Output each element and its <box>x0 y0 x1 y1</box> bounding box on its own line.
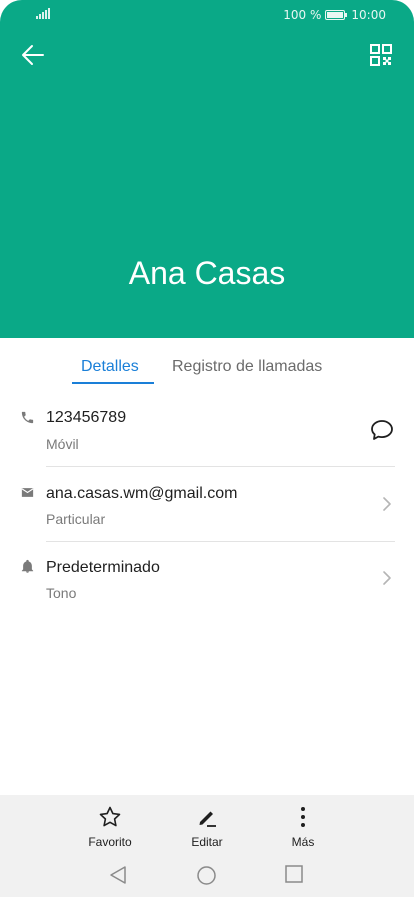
contact-header: 100 % 10:00 Ana Casas <box>0 0 414 338</box>
nav-recents-icon[interactable] <box>285 865 303 883</box>
phone-type: Móvil <box>46 436 79 452</box>
ringtone-label: Tono <box>46 585 77 601</box>
pencil-icon <box>199 811 216 827</box>
tab-details[interactable]: Detalles <box>81 358 139 376</box>
favorite-label: Favorito <box>88 835 132 849</box>
nav-home-icon[interactable] <box>196 865 217 886</box>
chevron-right-icon <box>383 497 391 511</box>
more-vertical-icon <box>301 807 305 827</box>
status-bar: 100 % 10:00 <box>0 0 414 30</box>
detail-row-phone[interactable]: 123456789 Móvil <box>0 398 414 470</box>
nav-back-icon[interactable] <box>108 865 128 885</box>
signal-icon <box>36 8 50 19</box>
phone-icon <box>21 411 34 424</box>
bell-icon <box>21 559 34 573</box>
email-type: Particular <box>46 511 106 527</box>
divider <box>46 466 395 467</box>
back-arrow-icon[interactable] <box>20 42 46 68</box>
tab-indicator <box>72 382 154 384</box>
status-right: 100 % 10:00 <box>283 8 386 22</box>
edit-label: Editar <box>191 835 223 849</box>
detail-row-email[interactable]: ana.casas.wm@gmail.com Particular <box>0 472 414 544</box>
ringtone-name: Predeterminado <box>46 559 160 576</box>
message-icon[interactable] <box>370 418 394 442</box>
favorite-button[interactable]: Favorito <box>70 805 150 849</box>
mail-icon <box>21 488 34 497</box>
contact-name: Ana Casas <box>128 255 286 291</box>
clock: 10:00 <box>351 8 386 22</box>
battery-text: 100 % <box>283 8 322 22</box>
email-address: ana.casas.wm@gmail.com <box>46 485 238 502</box>
edit-button[interactable]: Editar <box>167 805 247 849</box>
star-icon <box>99 806 121 827</box>
tab-call-log[interactable]: Registro de llamadas <box>172 358 322 376</box>
battery-icon <box>325 10 348 20</box>
more-button[interactable]: Más <box>263 805 343 849</box>
phone-number: 123456789 <box>46 409 127 426</box>
more-label: Más <box>291 835 315 849</box>
qr-code-icon[interactable] <box>370 44 392 66</box>
tab-bar: Detalles Registro de llamadas <box>0 338 414 388</box>
detail-row-ringtone[interactable]: Predeterminado Tono <box>0 546 414 618</box>
chevron-right-icon <box>383 571 391 585</box>
divider <box>46 541 395 542</box>
